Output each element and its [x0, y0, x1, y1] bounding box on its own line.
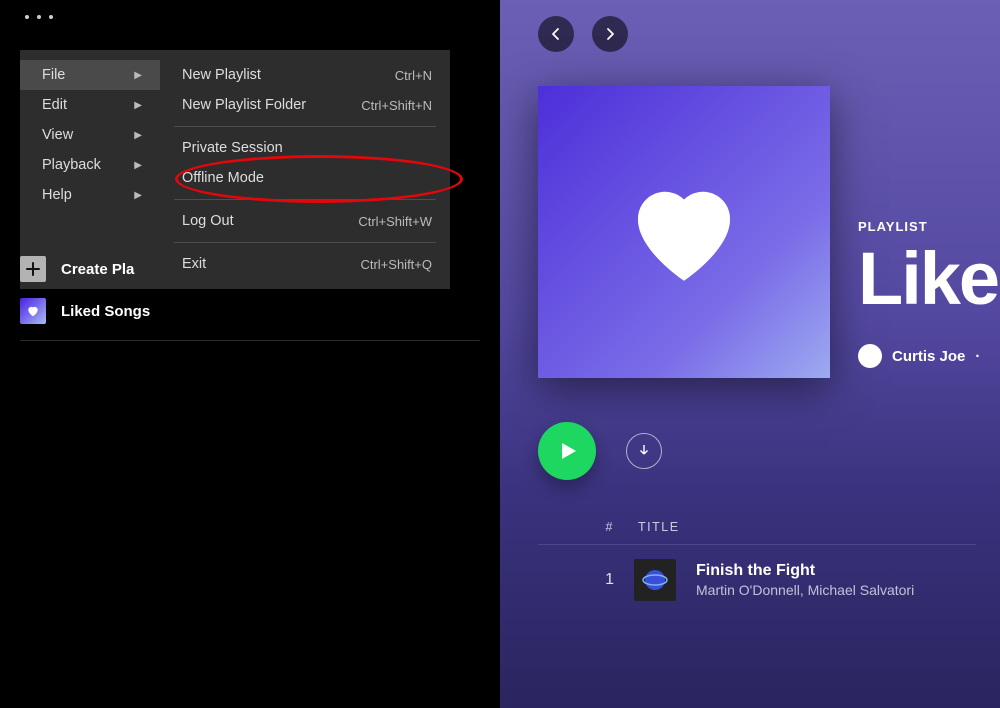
- sidebar-item-liked-songs[interactable]: Liked Songs: [20, 290, 480, 332]
- menu-shortcut: Ctrl+N: [395, 68, 432, 83]
- menu-label: File: [42, 67, 65, 83]
- menu-item-new-playlist-folder[interactable]: New Playlist Folder Ctrl+Shift+N: [160, 90, 450, 120]
- menu-item-new-playlist[interactable]: New Playlist Ctrl+N: [160, 60, 450, 90]
- chevron-right-icon: ▶: [134, 100, 142, 111]
- track-artist: Martin O'Donnell, Michael Salvatori: [696, 582, 914, 598]
- playlist-header-text: PLAYLIST Like Curtis Joe ·: [858, 86, 998, 378]
- dot-separator: ·: [975, 348, 980, 365]
- menu-shortcut: Ctrl+Shift+W: [358, 214, 432, 229]
- menu-label: Log Out: [182, 213, 234, 229]
- playlist-title: Like: [858, 242, 998, 316]
- nav-back-button[interactable]: [538, 16, 574, 52]
- menu-label: Playback: [42, 157, 101, 173]
- menu-item-help[interactable]: Help ▶: [20, 180, 160, 210]
- left-panel: File ▶ Edit ▶ View ▶ Playback ▶ Help ▶: [0, 0, 500, 708]
- chevron-right-icon: ▶: [134, 130, 142, 141]
- col-title: TITLE: [638, 520, 680, 534]
- avatar: [858, 344, 882, 368]
- menu-shortcut: Ctrl+Shift+N: [361, 98, 432, 113]
- menu-separator: [174, 126, 436, 127]
- playlist-cover[interactable]: [538, 86, 830, 378]
- menu-separator: [174, 199, 436, 200]
- menu-item-offline-mode[interactable]: Offline Mode: [160, 163, 450, 193]
- track-artwork: [634, 559, 676, 601]
- menu-label: New Playlist: [182, 67, 261, 83]
- chevron-right-icon: ▶: [134, 190, 142, 201]
- menu-item-log-out[interactable]: Log Out Ctrl+Shift+W: [160, 206, 450, 236]
- sidebar-item-label: Liked Songs: [61, 303, 150, 320]
- track-row[interactable]: 1 Finish the Fight Martin O'Donnell, Mic…: [538, 545, 1000, 601]
- playlist-type-label: PLAYLIST: [858, 219, 998, 234]
- chevron-right-icon: ▶: [134, 70, 142, 81]
- playlist-controls: [500, 378, 1000, 480]
- heart-icon: [20, 298, 46, 324]
- download-button[interactable]: [626, 433, 662, 469]
- track-number: 1: [594, 571, 614, 589]
- menu-item-private-session[interactable]: Private Session: [160, 133, 450, 163]
- menu-item-edit[interactable]: Edit ▶: [20, 90, 160, 120]
- nav-buttons: [500, 0, 1000, 52]
- window-dots[interactable]: [25, 15, 53, 19]
- right-panel: PLAYLIST Like Curtis Joe · # TITLE 1 Fin…: [500, 0, 1000, 708]
- playlist-owner-row[interactable]: Curtis Joe ·: [858, 344, 998, 368]
- menu-label: Edit: [42, 97, 67, 113]
- playlist-owner: Curtis Joe: [892, 348, 965, 365]
- playlist-header: PLAYLIST Like Curtis Joe ·: [500, 52, 1000, 378]
- menu-separator: [174, 242, 436, 243]
- track-title: Finish the Fight: [696, 562, 914, 580]
- plus-icon: [20, 256, 46, 282]
- play-button[interactable]: [538, 422, 596, 480]
- sidebar: Create Pla Liked Songs: [20, 248, 480, 341]
- menu-item-view[interactable]: View ▶: [20, 120, 160, 150]
- track-meta: Finish the Fight Martin O'Donnell, Micha…: [696, 562, 914, 598]
- col-number: #: [594, 520, 614, 534]
- heart-icon: [619, 167, 749, 297]
- menu-item-playback[interactable]: Playback ▶: [20, 150, 160, 180]
- sidebar-item-label: Create Pla: [61, 261, 134, 278]
- download-icon: [635, 442, 653, 460]
- play-icon: [555, 439, 579, 463]
- nav-forward-button[interactable]: [592, 16, 628, 52]
- divider: [20, 340, 480, 341]
- menu-label: Help: [42, 187, 72, 203]
- track-table-header: # TITLE: [538, 480, 976, 545]
- menu-label: Offline Mode: [182, 170, 264, 186]
- chevron-right-icon: ▶: [134, 160, 142, 171]
- sidebar-item-create-playlist[interactable]: Create Pla: [20, 248, 480, 290]
- menu-label: View: [42, 127, 73, 143]
- menu-item-file[interactable]: File ▶: [20, 60, 160, 90]
- menu-label: Private Session: [182, 140, 283, 156]
- menu-label: New Playlist Folder: [182, 97, 306, 113]
